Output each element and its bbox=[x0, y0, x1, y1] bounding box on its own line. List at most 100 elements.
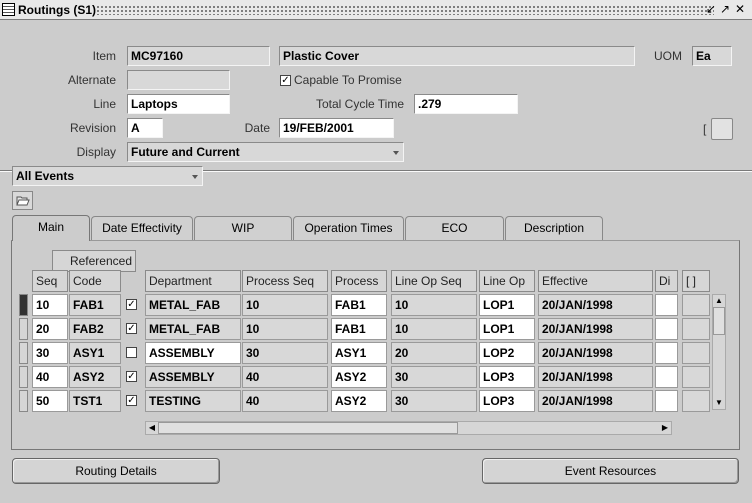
minimize-icon[interactable]: ↙ bbox=[705, 2, 717, 16]
code-cell[interactable]: ASY2 bbox=[69, 366, 121, 388]
vertical-scroll-thumb[interactable] bbox=[713, 307, 725, 335]
effective-cell[interactable]: 20/JAN/1998 bbox=[538, 318, 653, 340]
close-icon[interactable]: ✕ bbox=[734, 2, 746, 16]
code-cell[interactable]: FAB1 bbox=[69, 294, 121, 316]
effective-cell[interactable]: 20/JAN/1998 bbox=[538, 294, 653, 316]
tab-main[interactable]: Main bbox=[12, 215, 90, 241]
code-cell[interactable]: ASY1 bbox=[69, 342, 121, 364]
column-header-effective: Effective bbox=[538, 270, 653, 292]
scroll-right-icon[interactable]: ▶ bbox=[659, 422, 671, 434]
line-op-seq-cell[interactable]: 30 bbox=[391, 390, 477, 412]
line-op-seq-cell[interactable]: 10 bbox=[391, 294, 477, 316]
flexfield-cell[interactable] bbox=[682, 294, 710, 316]
item-field[interactable]: MC97160 bbox=[127, 46, 270, 66]
flexfield-cell[interactable] bbox=[682, 390, 710, 412]
event-resources-button[interactable]: Event Resources bbox=[482, 458, 739, 484]
uom-field[interactable]: Ea bbox=[692, 46, 732, 66]
process-seq-cell[interactable]: 40 bbox=[242, 366, 328, 388]
department-cell[interactable]: METAL_FAB bbox=[145, 294, 241, 316]
row-selector[interactable] bbox=[19, 318, 28, 340]
horizontal-scrollbar[interactable]: ◀ ▶ bbox=[145, 421, 672, 435]
disable-cell[interactable] bbox=[655, 294, 678, 316]
display-select[interactable]: Future and Current bbox=[127, 142, 404, 162]
process-cell[interactable]: FAB1 bbox=[331, 294, 387, 316]
process-seq-cell[interactable]: 10 bbox=[242, 318, 328, 340]
horizontal-scroll-thumb[interactable] bbox=[158, 422, 458, 434]
process-cell[interactable]: FAB1 bbox=[331, 318, 387, 340]
process-seq-cell[interactable]: 10 bbox=[242, 294, 328, 316]
line-op-seq-cell[interactable]: 30 bbox=[391, 366, 477, 388]
seq-cell[interactable]: 20 bbox=[32, 318, 68, 340]
row-selector[interactable] bbox=[19, 390, 28, 412]
item-description-field[interactable]: Plastic Cover bbox=[279, 46, 635, 66]
line-op-cell[interactable]: LOP2 bbox=[479, 342, 535, 364]
effective-cell[interactable]: 20/JAN/1998 bbox=[538, 366, 653, 388]
row-selector[interactable] bbox=[19, 366, 28, 388]
routing-details-button[interactable]: Routing Details bbox=[12, 458, 220, 484]
vertical-scrollbar[interactable]: ▲ ▼ bbox=[712, 294, 726, 410]
date-field[interactable]: 19/FEB/2001 bbox=[279, 118, 394, 138]
department-cell[interactable]: METAL_FAB bbox=[145, 318, 241, 340]
flexfield-cell[interactable] bbox=[682, 342, 710, 364]
alternate-field[interactable] bbox=[127, 70, 230, 90]
maximize-icon[interactable]: ↗ bbox=[719, 2, 731, 16]
row-selector[interactable] bbox=[19, 342, 28, 364]
referenced-checkbox[interactable]: ✓ bbox=[126, 371, 137, 382]
display-select-value: Future and Current bbox=[131, 145, 240, 159]
flexfield-cell[interactable] bbox=[682, 318, 710, 340]
disable-cell[interactable] bbox=[655, 318, 678, 340]
process-cell[interactable]: ASY2 bbox=[331, 366, 387, 388]
tab-wip[interactable]: WIP bbox=[194, 216, 292, 240]
effective-cell[interactable]: 20/JAN/1998 bbox=[538, 342, 653, 364]
tab-description[interactable]: Description bbox=[505, 216, 603, 240]
code-cell[interactable]: TST1 bbox=[69, 390, 121, 412]
capable-to-promise-checkbox[interactable]: ✓ bbox=[280, 75, 291, 86]
scroll-up-icon[interactable]: ▲ bbox=[713, 295, 725, 307]
line-op-seq-cell[interactable]: 10 bbox=[391, 318, 477, 340]
seq-cell[interactable]: 50 bbox=[32, 390, 68, 412]
flexfield-cell[interactable] bbox=[682, 366, 710, 388]
line-op-cell[interactable]: LOP1 bbox=[479, 318, 535, 340]
process-cell[interactable]: ASY1 bbox=[331, 342, 387, 364]
referenced-checkbox[interactable]: ✓ bbox=[126, 299, 137, 310]
total-cycle-time-field[interactable]: .279 bbox=[414, 94, 518, 114]
referenced-checkbox[interactable]: ✓ bbox=[126, 395, 137, 406]
scroll-down-icon[interactable]: ▼ bbox=[713, 397, 725, 409]
seq-cell[interactable]: 40 bbox=[32, 366, 68, 388]
column-header-code: Code bbox=[69, 270, 121, 292]
tab-date-effectivity[interactable]: Date Effectivity bbox=[91, 216, 193, 240]
date-label: Date bbox=[244, 121, 270, 135]
line-op-seq-cell[interactable]: 20 bbox=[391, 342, 477, 364]
line-label: Line bbox=[93, 97, 116, 111]
referenced-checkbox[interactable] bbox=[126, 347, 137, 358]
department-cell[interactable]: TESTING bbox=[145, 390, 241, 412]
seq-cell[interactable]: 30 bbox=[32, 342, 68, 364]
column-header-flexfield: [ ] bbox=[682, 270, 710, 292]
code-cell[interactable]: FAB2 bbox=[69, 318, 121, 340]
seq-cell[interactable]: 10 bbox=[32, 294, 68, 316]
tab-operation-times[interactable]: Operation Times bbox=[293, 216, 404, 240]
oracle-forms-icon[interactable] bbox=[2, 3, 15, 16]
department-cell[interactable]: ASSEMBLY bbox=[145, 342, 241, 364]
events-select[interactable]: All Events bbox=[12, 166, 203, 186]
process-seq-cell[interactable]: 30 bbox=[242, 342, 328, 364]
disable-cell[interactable] bbox=[655, 390, 678, 412]
scroll-left-icon[interactable]: ◀ bbox=[146, 422, 158, 434]
referenced-checkbox[interactable]: ✓ bbox=[126, 323, 137, 334]
line-op-cell[interactable]: LOP1 bbox=[479, 294, 535, 316]
line-op-cell[interactable]: LOP3 bbox=[479, 366, 535, 388]
process-cell[interactable]: ASY2 bbox=[331, 390, 387, 412]
revision-field[interactable]: A bbox=[127, 118, 163, 138]
row-selector[interactable] bbox=[19, 294, 28, 316]
disable-cell[interactable] bbox=[655, 342, 678, 364]
folder-open-button[interactable] bbox=[12, 191, 33, 210]
tab-eco[interactable]: ECO bbox=[405, 216, 504, 240]
line-field[interactable]: Laptops bbox=[127, 94, 230, 114]
disable-cell[interactable] bbox=[655, 366, 678, 388]
line-op-cell[interactable]: LOP3 bbox=[479, 390, 535, 412]
process-seq-cell[interactable]: 40 bbox=[242, 390, 328, 412]
department-cell[interactable]: ASSEMBLY bbox=[145, 366, 241, 388]
descriptive-flexfield-button[interactable] bbox=[711, 118, 733, 140]
chevron-down-icon bbox=[192, 175, 198, 179]
effective-cell[interactable]: 20/JAN/1998 bbox=[538, 390, 653, 412]
